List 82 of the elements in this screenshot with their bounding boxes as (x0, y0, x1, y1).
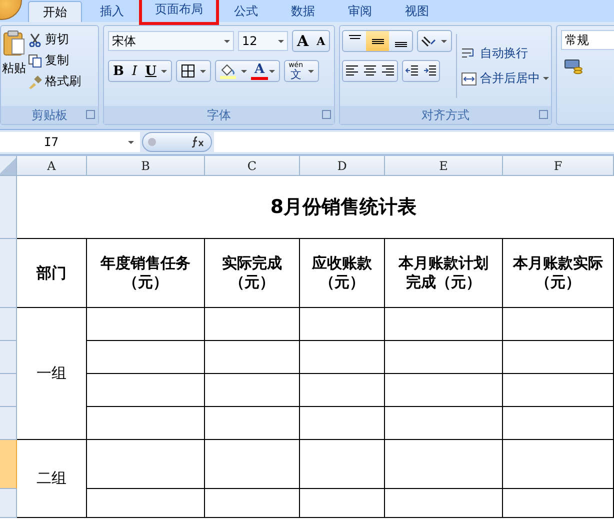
sheet-title: 8月份销售统计表 (270, 195, 417, 220)
clipboard-icon (3, 30, 25, 56)
dropdown-icon (441, 40, 448, 42)
clipboard-command[interactable]: 格式刷 (27, 72, 82, 91)
name-box[interactable]: I7 (0, 132, 140, 152)
align-middle-icon (372, 38, 384, 44)
dropdown-icon (278, 40, 284, 42)
row-header[interactable] (0, 489, 17, 518)
align-center-icon[interactable] (363, 65, 378, 77)
decrease-indent-icon[interactable] (405, 65, 420, 77)
column-header[interactable]: C (205, 156, 300, 176)
dropdown-icon (241, 70, 248, 72)
ribbon-tab[interactable]: 数据 (276, 1, 330, 22)
dialog-launcher-icon[interactable] (86, 110, 95, 119)
grow-font-button[interactable]: A (293, 31, 313, 51)
column-header[interactable]: B (87, 156, 205, 176)
row-header[interactable] (0, 176, 17, 239)
column-header[interactable]: F (503, 156, 614, 176)
merge-cells-icon (461, 72, 478, 86)
merge-center-button[interactable]: 合并后居中 (461, 70, 550, 87)
ribbon-tab[interactable]: 视图 (390, 1, 444, 22)
brush-icon (28, 74, 42, 88)
font-name-field[interactable]: 宋体 (108, 31, 234, 51)
increase-indent-icon[interactable] (423, 65, 438, 77)
paste-button[interactable]: 粘贴 (2, 30, 26, 102)
dropdown-icon (543, 77, 550, 80)
dropdown-icon (308, 70, 314, 72)
fx-icon (191, 136, 205, 148)
header-cell: 实际完成 （元） (205, 239, 300, 308)
column-header[interactable]: D (300, 156, 385, 176)
column-header[interactable]: A (17, 156, 87, 176)
row-header[interactable] (0, 341, 17, 374)
align-top-icon (348, 35, 361, 39)
dropdown-icon (128, 140, 134, 144)
ribbon-tab[interactable]: 审阅 (333, 1, 387, 22)
scissors-icon (28, 32, 42, 46)
ribbon-tab[interactable]: 插入 (85, 1, 139, 22)
align-left-icon[interactable] (345, 65, 360, 77)
italic-button[interactable]: I (128, 61, 142, 81)
underline-button[interactable]: U (141, 61, 160, 81)
group-label: 字体 (207, 106, 232, 124)
row-header[interactable] (0, 308, 17, 341)
clipboard-command[interactable]: 剪切 (27, 30, 82, 49)
ribbon-tab[interactable]: 公式 (219, 1, 273, 22)
function-button[interactable] (142, 132, 212, 152)
ribbon-tab[interactable]: 开始 (28, 1, 82, 22)
number-format-field[interactable]: 常规 (561, 30, 614, 50)
formula-field[interactable] (214, 132, 614, 152)
clipboard-command[interactable]: 复制 (27, 51, 82, 70)
fill-bucket-icon[interactable] (219, 63, 238, 79)
coins-icon[interactable] (564, 58, 584, 76)
text-orientation-icon[interactable] (420, 34, 438, 48)
shrink-font-button[interactable]: A (312, 31, 330, 51)
row-header[interactable] (0, 374, 17, 407)
dialog-launcher-icon[interactable] (322, 110, 332, 119)
vertical-align-button[interactable] (366, 31, 390, 51)
align-right-icon[interactable] (381, 65, 396, 77)
dropdown-icon (224, 40, 230, 42)
font-size-field[interactable]: 12 (238, 31, 288, 51)
dropdown-icon (200, 70, 206, 72)
header-cell: 本月账款实际 （元） (503, 239, 614, 308)
group-label: 剪贴板 (32, 106, 68, 124)
row-header[interactable] (0, 239, 17, 308)
header-cell: 部门 (17, 239, 87, 308)
table-cell: 二组 (17, 440, 87, 518)
bold-button[interactable]: B (109, 61, 128, 81)
borders-icon[interactable] (180, 63, 196, 79)
wrap-text-button[interactable]: 自动换行 (461, 45, 550, 62)
align-bottom-icon (394, 42, 407, 47)
header-cell: 年度销售任务 （元） (87, 239, 205, 308)
dropdown-icon (161, 70, 168, 72)
row-header[interactable] (0, 407, 17, 440)
ribbon-tab[interactable]: 页面布局 (142, 0, 216, 22)
header-cell: 应收账款 （元） (300, 239, 385, 308)
table-cell: 一组 (17, 308, 87, 440)
column-header[interactable]: E (385, 156, 503, 176)
dialog-launcher-icon[interactable] (539, 110, 548, 119)
header-cell: 本月账款计划 完成（元） (385, 239, 503, 308)
select-all-corner[interactable] (0, 156, 17, 176)
group-label: 对齐方式 (422, 106, 470, 124)
copy-icon (28, 54, 42, 68)
dropdown-icon (268, 70, 275, 72)
